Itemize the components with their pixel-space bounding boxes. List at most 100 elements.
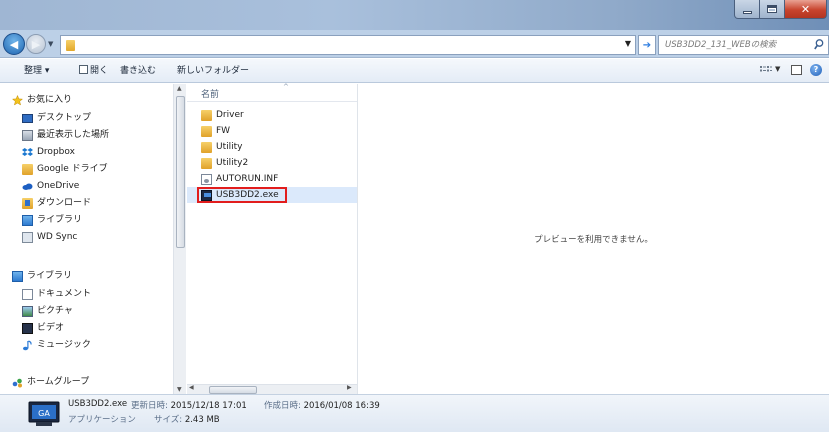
nav-item-desktop[interactable]: デスクトップ	[22, 110, 91, 126]
nav-item-onedrive[interactable]: OneDrive	[22, 178, 79, 194]
file-row-utility2[interactable]: Utility2	[187, 155, 357, 171]
file-name: Utility2	[216, 158, 249, 168]
title-bar: ✕	[0, 0, 829, 30]
close-icon: ✕	[800, 2, 811, 16]
details-created: 作成日時: 2016/01/08 16:39	[264, 399, 380, 411]
modified-value: 2015/12/18 17:01	[170, 401, 247, 411]
picture-icon	[22, 305, 33, 317]
scroll-left-icon[interactable]: ◀	[189, 384, 194, 391]
new-folder-button[interactable]: 新しいフォルダー	[177, 64, 249, 78]
folder-icon	[201, 109, 212, 121]
size-value: 2.43 MB	[184, 415, 220, 425]
forward-button[interactable]: ▶	[26, 34, 46, 54]
file-name: FW	[216, 126, 231, 136]
library-icon	[22, 214, 33, 226]
search-box[interactable]	[658, 35, 829, 55]
help-icon[interactable]: ?	[810, 64, 822, 76]
open-button[interactable]: 開く	[79, 64, 108, 78]
homegroup-icon	[12, 377, 23, 388]
file-row-fw[interactable]: FW	[187, 123, 357, 139]
file-row-utility[interactable]: Utility	[187, 139, 357, 155]
scroll-right-icon[interactable]: ▶	[347, 384, 352, 391]
forward-arrow-icon: ▶	[31, 37, 41, 51]
music-icon	[22, 339, 33, 351]
recent-pages-dropdown[interactable]: ▼	[48, 40, 53, 48]
minimize-icon	[742, 10, 752, 14]
details-filename-value: USB3DD2.exe	[68, 399, 128, 409]
nav-item-recent[interactable]: 最近表示した場所	[22, 127, 109, 143]
file-name: Driver	[216, 110, 244, 120]
go-button[interactable]: ➔	[638, 35, 656, 55]
back-arrow-icon: ◀	[9, 37, 19, 51]
folder-icon	[201, 141, 212, 153]
nav-item-videos[interactable]: ビデオ	[22, 320, 64, 336]
maximize-icon	[767, 5, 777, 13]
nav-homegroup-label: ホームグループ	[27, 377, 90, 387]
wd-sync-icon	[22, 231, 33, 243]
search-icon[interactable]	[814, 38, 824, 52]
cloud-icon	[22, 181, 33, 192]
organize-button[interactable]: 整理 ▾	[24, 64, 49, 78]
address-dropdown-icon[interactable]: ▼	[625, 39, 631, 48]
hscroll-thumb[interactable]	[209, 386, 257, 394]
nav-item-music[interactable]: ミュージック	[22, 337, 91, 353]
preview-pane: プレビューを利用できません。	[358, 84, 829, 394]
column-header-name[interactable]: 名前 ^	[187, 83, 357, 102]
file-row-usb3dd2-exe[interactable]: USB3DD2.exe	[187, 187, 357, 203]
modified-label: 更新日時:	[131, 401, 168, 411]
search-input[interactable]	[659, 36, 807, 54]
file-row-autorun[interactable]: AUTORUN.INF	[187, 171, 357, 187]
video-icon	[22, 322, 33, 334]
file-list: 名前 ^ Driver FW Utility Utility2 AUTORUN.…	[187, 83, 357, 384]
type-value: アプリケーション	[68, 415, 136, 425]
scroll-thumb[interactable]	[176, 96, 185, 248]
maximize-button[interactable]	[760, 0, 785, 19]
details-type: アプリケーション	[68, 413, 136, 425]
nav-item-downloads[interactable]: ダウンロード	[22, 195, 91, 211]
nav-item-dropbox[interactable]: Dropbox	[22, 144, 75, 160]
nav-item-label: Dropbox	[37, 147, 75, 157]
nav-item-google-drive[interactable]: Google ドライブ	[22, 161, 108, 177]
nav-item-label: ライブラリ	[37, 215, 83, 225]
nav-libraries[interactable]: ライブラリ	[12, 268, 72, 284]
created-value: 2016/01/08 16:39	[303, 401, 380, 411]
address-row: ◀ ▶ ▼ ▼ ➔	[0, 30, 829, 58]
nav-item-pictures[interactable]: ピクチャ	[22, 303, 73, 319]
back-button[interactable]: ◀	[3, 33, 25, 55]
nav-item-label: ビデオ	[37, 323, 65, 333]
close-button[interactable]: ✕	[785, 0, 827, 19]
arrow-right-icon: ➔	[642, 39, 652, 51]
address-bar[interactable]: ▼	[60, 35, 636, 55]
preview-pane-icon[interactable]	[791, 65, 802, 75]
google-drive-icon	[22, 163, 33, 175]
nav-pane-scrollbar[interactable]: ▲ ▼	[173, 84, 186, 394]
nav-item-libraries-fav[interactable]: ライブラリ	[22, 212, 82, 228]
open-icon	[79, 65, 88, 74]
nav-item-label: 最近表示した場所	[37, 130, 110, 140]
folder-icon	[201, 125, 212, 137]
folder-icon	[66, 40, 75, 51]
nav-homegroup[interactable]: ホームグループ	[12, 374, 89, 390]
file-row-driver[interactable]: Driver	[187, 107, 357, 123]
minimize-button[interactable]	[734, 0, 760, 19]
scroll-up-icon[interactable]: ▲	[177, 85, 182, 92]
details-filename: USB3DD2.exe	[68, 399, 127, 409]
nav-item-label: OneDrive	[37, 181, 80, 191]
sort-arrow-icon: ^	[283, 83, 289, 91]
navigation-pane: お気に入り デスクトップ 最近表示した場所 Dropbox Google ドライ…	[0, 84, 173, 394]
nav-favorites[interactable]: お気に入り	[11, 92, 72, 108]
file-name: USB3DD2.exe	[216, 190, 279, 200]
details-modified: 更新日時: 2015/12/18 17:01	[131, 399, 247, 411]
nav-item-documents[interactable]: ドキュメント	[22, 286, 91, 302]
nav-item-label: ドキュメント	[37, 289, 92, 299]
view-options-icon[interactable]	[760, 66, 772, 75]
downloads-icon	[22, 197, 33, 209]
file-list-horizontal-scrollbar[interactable]: ◀ ▶	[187, 384, 357, 394]
nav-item-wd-sync[interactable]: WD Sync	[22, 229, 77, 245]
column-header-label: 名前	[201, 90, 220, 100]
scroll-down-icon[interactable]: ▼	[177, 386, 182, 393]
view-dropdown-icon[interactable]: ▼	[775, 65, 780, 73]
settings-file-icon	[201, 173, 212, 185]
burn-button[interactable]: 書き込む	[120, 64, 156, 78]
dropbox-icon	[22, 147, 33, 158]
